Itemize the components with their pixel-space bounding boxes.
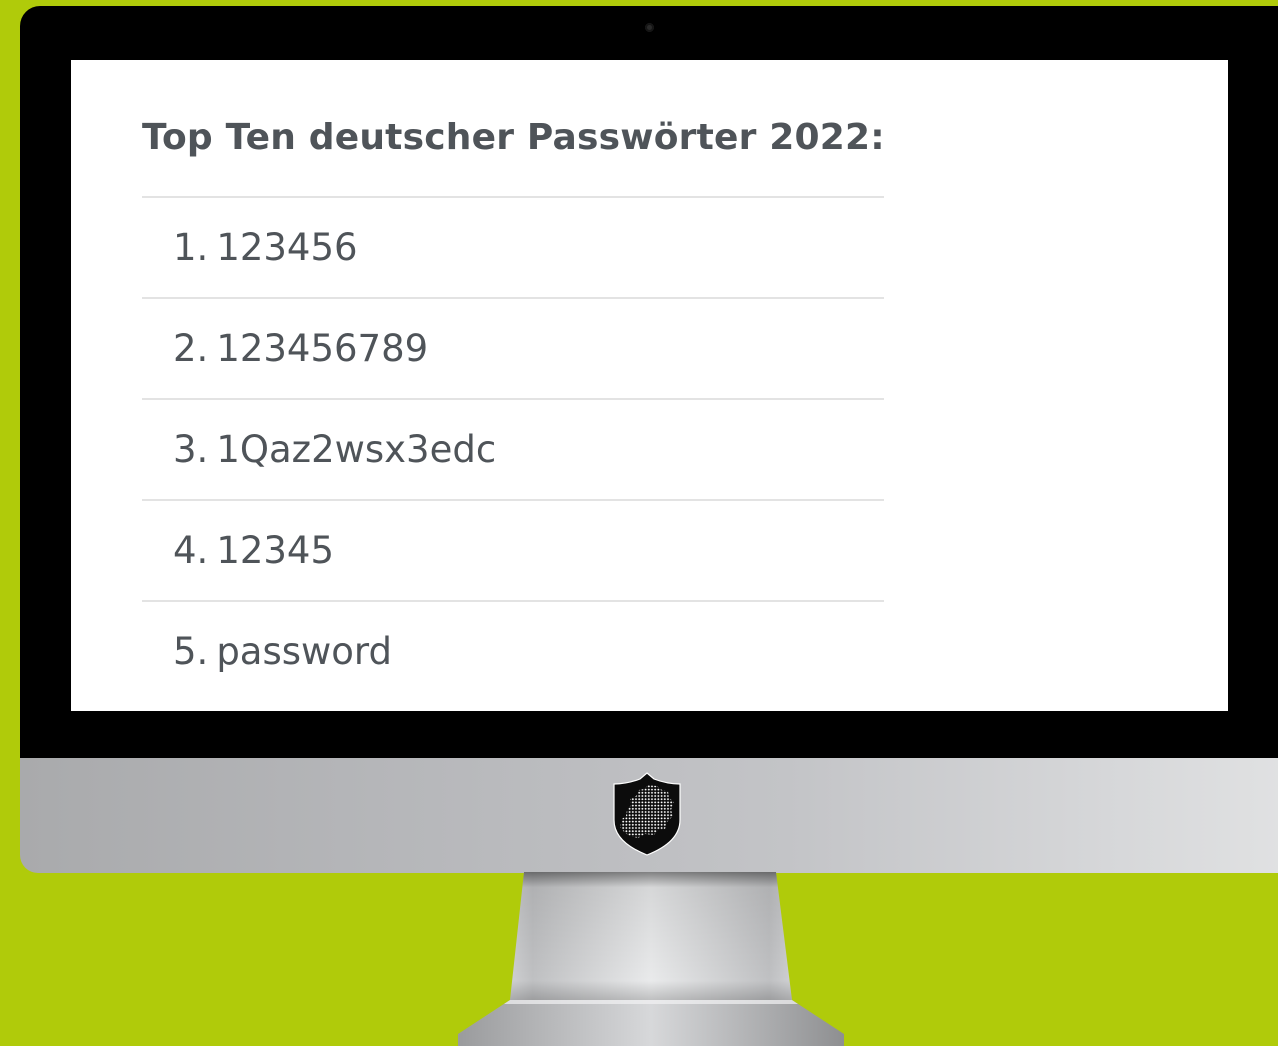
list-item: 3. 1Qaz2wsx3edc (142, 400, 884, 501)
list-item-rank: 5. (173, 630, 209, 673)
list-item: 1. 123456 (142, 198, 884, 299)
list-item-rank: 4. (173, 529, 209, 572)
monitor-stand (458, 872, 844, 1046)
password-list: 1. 123456 2. 123456789 3. 1Qaz2wsx3edc 4… (142, 198, 884, 701)
monitor-bezel: Top Ten deutscher Passwörter 2022: 1. 12… (20, 6, 1278, 758)
camera-dot-icon (645, 23, 654, 32)
list-item: 2. 123456789 (142, 299, 884, 400)
monitor-mockup: Top Ten deutscher Passwörter 2022: 1. 12… (20, 6, 1278, 873)
list-item-password: 1Qaz2wsx3edc (216, 428, 497, 471)
monitor-screen: Top Ten deutscher Passwörter 2022: 1. 12… (71, 60, 1228, 711)
password-panel: Top Ten deutscher Passwörter 2022: 1. 12… (142, 60, 885, 701)
list-item: 5. password (142, 602, 884, 701)
monitor-chin (20, 758, 1278, 873)
shield-map-icon (613, 772, 681, 856)
list-item-rank: 3. (173, 428, 209, 471)
list-item-rank: 2. (173, 327, 209, 370)
list-item-password: 123456789 (216, 327, 429, 370)
list-item-password: password (216, 630, 392, 673)
list-item-password: 123456 (216, 226, 358, 269)
list-item-rank: 1. (173, 226, 209, 269)
list-item: 4. 12345 (142, 501, 884, 602)
list-item-password: 12345 (216, 529, 335, 572)
page-title: Top Ten deutscher Passwörter 2022: (142, 117, 885, 158)
